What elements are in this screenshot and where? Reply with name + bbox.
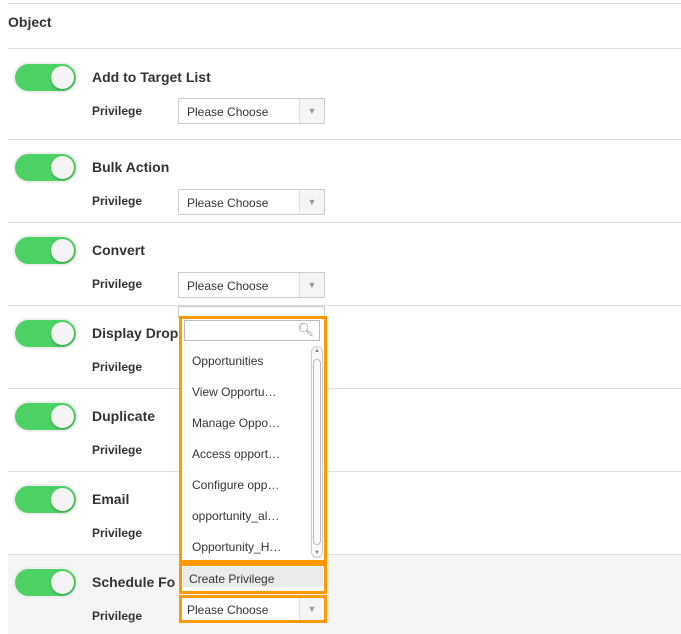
chevron-down-icon: ▼ bbox=[299, 99, 324, 123]
dropdown-scrollbar[interactable]: ▲ ▼ bbox=[311, 346, 323, 558]
enable-toggle[interactable] bbox=[15, 569, 76, 596]
enable-toggle[interactable] bbox=[15, 486, 76, 513]
dropdown-option[interactable]: Manage Oppo… bbox=[192, 416, 280, 430]
chevron-down-icon: ▼ bbox=[299, 273, 324, 297]
section-header: Object bbox=[8, 14, 52, 30]
privilege-label: Privilege bbox=[92, 360, 143, 374]
privilege-row: Convert Privilege Please Choose ▼ bbox=[8, 222, 681, 305]
chevron-down-icon: ▼ bbox=[299, 190, 324, 214]
enable-toggle[interactable] bbox=[15, 320, 76, 347]
row-title: Schedule Fo bbox=[92, 574, 176, 590]
enable-toggle[interactable] bbox=[15, 237, 76, 264]
privilege-select-schedule[interactable]: Please Choose ▼ bbox=[179, 595, 327, 623]
privilege-row: Display Drop Privilege bbox=[8, 305, 681, 388]
divider bbox=[8, 3, 681, 4]
scrollbar-thumb[interactable] bbox=[313, 359, 321, 545]
privilege-select[interactable]: Please Choose ▼ bbox=[178, 98, 325, 124]
privilege-label: Privilege bbox=[92, 443, 143, 457]
privilege-label: Privilege bbox=[92, 277, 143, 291]
row-title: Bulk Action bbox=[92, 159, 170, 175]
privilege-row: Add to Target List Privilege Please Choo… bbox=[8, 48, 681, 139]
row-title: Duplicate bbox=[92, 408, 156, 424]
create-privilege-button[interactable]: Create Privilege bbox=[179, 563, 327, 594]
privilege-row: Schedule Fo Privilege bbox=[8, 554, 681, 634]
enable-toggle[interactable] bbox=[15, 64, 76, 91]
dropdown-option[interactable]: Configure opp… bbox=[192, 478, 279, 492]
row-title: Convert bbox=[92, 242, 145, 258]
privilege-label: Privilege bbox=[92, 104, 143, 118]
privilege-select[interactable]: Please Choose ▼ bbox=[178, 272, 325, 298]
privilege-dropdown: 🔍︎ Opportunities View Opportu… Manage Oppo… bbox=[179, 316, 327, 563]
dropdown-option[interactable]: Opportunities bbox=[192, 354, 263, 368]
row-title: Display Drop bbox=[92, 325, 179, 341]
row-title: Add to Target List bbox=[92, 69, 211, 85]
chevron-down-icon: ▼ bbox=[299, 598, 324, 620]
privilege-label: Privilege bbox=[92, 526, 143, 540]
dropdown-option[interactable]: Opportunity_H… bbox=[192, 540, 281, 554]
dropdown-search-input[interactable]: 🔍︎ bbox=[184, 320, 320, 341]
privilege-row: Bulk Action Privilege Please Choose ▼ bbox=[8, 139, 681, 222]
row-title: Email bbox=[92, 491, 130, 507]
enable-toggle[interactable] bbox=[15, 154, 76, 181]
privilege-select[interactable]: Please Choose ▼ bbox=[178, 189, 325, 215]
privilege-row: Duplicate Privilege bbox=[8, 388, 681, 471]
enable-toggle[interactable] bbox=[15, 403, 76, 430]
privilege-label: Privilege bbox=[92, 609, 143, 623]
privilege-row: Email Privilege bbox=[8, 471, 681, 554]
search-icon: 🔍︎ bbox=[297, 322, 314, 337]
dropdown-option[interactable]: View Opportu… bbox=[192, 385, 277, 399]
privilege-label: Privilege bbox=[92, 194, 143, 208]
dropdown-option[interactable]: opportunity_al… bbox=[192, 509, 279, 523]
dropdown-option[interactable]: Access opport… bbox=[192, 447, 280, 461]
